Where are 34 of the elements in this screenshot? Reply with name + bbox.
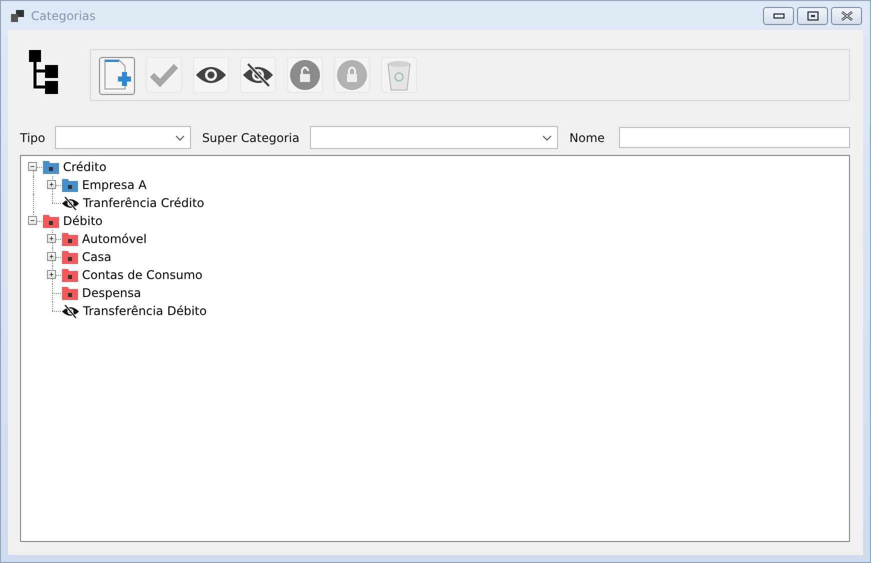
show-button[interactable] [193,57,229,93]
close-button[interactable] [831,6,862,24]
nome-field[interactable] [618,127,850,148]
expand-icon[interactable] [47,270,56,279]
expand-icon[interactable] [47,234,56,243]
minimize-button[interactable] [763,6,794,24]
tree-item[interactable]: Transferência Débito [83,304,207,318]
tree-item[interactable]: Tranferência Crédito [83,196,204,210]
window-icon [11,10,25,22]
tree-item[interactable]: Despensa [82,286,142,300]
tree-item[interactable]: Crédito [63,160,106,174]
maximize-icon [806,10,818,20]
close-icon [840,10,854,20]
hierarchy-icon [29,50,59,94]
super-categoria-label: Super Categoria [202,130,300,144]
chevron-down-icon [542,135,552,141]
tree-item[interactable]: Casa [82,250,112,264]
hide-button[interactable] [240,57,276,93]
tree-item[interactable]: Empresa A [82,178,147,192]
collapse-icon[interactable] [28,216,37,225]
window-title: Categorias [31,8,97,22]
maximize-button[interactable] [797,6,828,24]
expand-icon[interactable] [47,252,56,261]
minimize-icon [772,12,784,18]
tipo-label: Tipo [20,130,46,144]
chevron-down-icon [175,135,186,141]
eye-slash-icon [62,196,79,210]
tree-item[interactable]: Automóvel [82,232,147,246]
collapse-icon[interactable] [28,162,37,171]
eye-slash-icon [62,304,79,318]
tree-item[interactable]: Débito [63,214,103,228]
nome-label: Nome [569,130,605,144]
tree-item[interactable]: Contas de Consumo [82,268,202,282]
expand-icon[interactable] [47,180,56,189]
